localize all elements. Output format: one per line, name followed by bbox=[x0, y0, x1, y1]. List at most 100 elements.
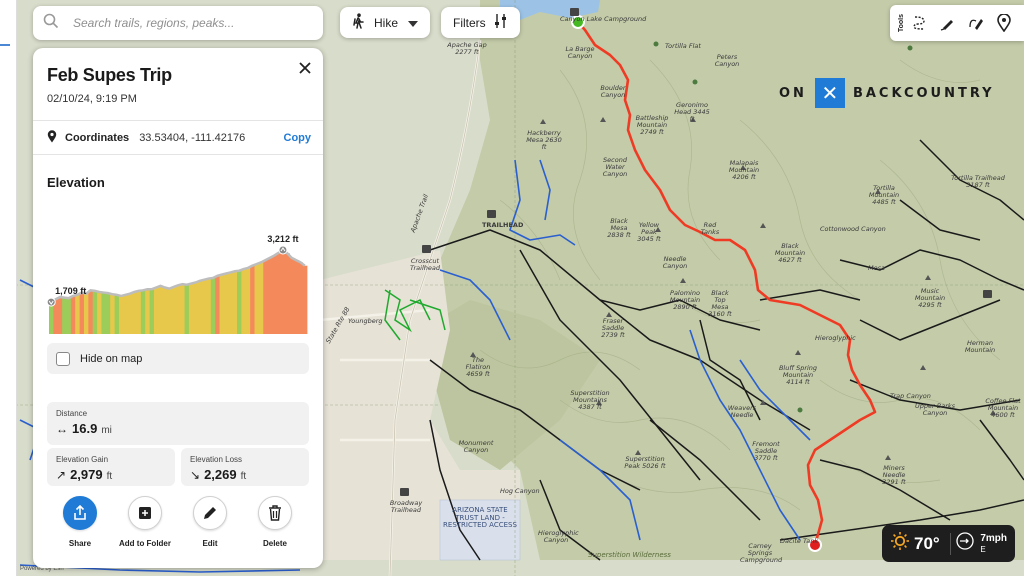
location-pin-icon bbox=[47, 130, 57, 146]
close-icon bbox=[299, 62, 311, 74]
coordinates-label: Coordinates bbox=[65, 132, 130, 144]
elevation-bar bbox=[162, 287, 168, 334]
elevation-title: Elevation bbox=[47, 175, 105, 190]
map-label: Needle Canyon bbox=[662, 255, 688, 271]
map-label: Herman Mountain bbox=[964, 339, 996, 355]
elevation-bar bbox=[145, 289, 150, 334]
elevation-bar bbox=[184, 284, 190, 334]
map-label: Tortilla Mountain 4485 ft bbox=[868, 184, 900, 207]
edit-button[interactable]: Edit bbox=[175, 496, 245, 548]
edit-label: Edit bbox=[202, 539, 218, 548]
delete-button[interactable]: Delete bbox=[240, 496, 310, 548]
elevation-loss-value-row: ↘ 2,269 ft bbox=[190, 467, 300, 482]
share-button[interactable]: Share bbox=[45, 496, 115, 548]
brand-text-right: BACKCOUNTRY bbox=[852, 85, 995, 101]
distance-value-row: ↔ 16.9 mi bbox=[56, 421, 300, 436]
hide-on-map-toggle[interactable]: Hide on map bbox=[47, 343, 309, 374]
elevation-bar bbox=[206, 278, 212, 334]
pen-icon bbox=[940, 20, 953, 31]
onx-backcountry-logo: ON ✕ BACKCOUNTRY bbox=[779, 78, 995, 108]
map-label: Geronimo Head 3445 ft bbox=[674, 101, 710, 124]
shape-pen-icon bbox=[969, 19, 983, 30]
elevation-bar bbox=[118, 295, 124, 334]
elevation-bar bbox=[245, 267, 251, 334]
action-bar: Share Add to Folder Edit Delete bbox=[33, 496, 323, 556]
edit-button-circle[interactable] bbox=[193, 496, 227, 530]
elevation-bar bbox=[215, 275, 220, 334]
distance-value: 16.9 bbox=[72, 421, 98, 436]
elevation-bar bbox=[197, 280, 203, 334]
elevation-bar bbox=[228, 272, 234, 334]
elevation-bar bbox=[167, 288, 172, 334]
weather-widget[interactable]: 70° 7mph E bbox=[882, 525, 1015, 562]
line-draw-button[interactable] bbox=[935, 10, 961, 36]
elevation-bar bbox=[127, 293, 133, 334]
close-button[interactable] bbox=[295, 58, 315, 78]
map-label: Upper Barks Canyon bbox=[915, 402, 956, 418]
search-bar[interactable] bbox=[33, 6, 323, 40]
elevation-profile-chart[interactable]: 1,709 ft 3,212 ft bbox=[45, 226, 313, 334]
elevation-bar bbox=[114, 294, 120, 334]
map-label: Red Tanks bbox=[700, 221, 720, 237]
map-label: Tortilla Flat bbox=[665, 42, 701, 50]
map-label-restricted: ARIZONA STATE TRUST LAND - RESTRICTED AC… bbox=[443, 506, 517, 530]
panel-date: 02/10/24, 9:19 PM bbox=[47, 93, 137, 105]
copy-coordinates-button[interactable]: Copy bbox=[284, 132, 312, 144]
divider bbox=[33, 154, 323, 155]
map-label: Carney Springs Campground bbox=[740, 542, 783, 565]
elevation-bar bbox=[57, 297, 63, 334]
elevation-gain-stat: Elevation Gain ↗ 2,979 ft bbox=[47, 448, 175, 486]
elevation-bar bbox=[263, 260, 269, 334]
map-label: Hieroglyphic Canyon bbox=[538, 529, 579, 545]
delete-button-circle[interactable] bbox=[258, 496, 292, 530]
elevation-bar bbox=[123, 294, 129, 334]
map-label: The Flatiron 4659 ft bbox=[465, 356, 491, 379]
wind-direction: E bbox=[980, 544, 986, 554]
search-icon bbox=[43, 13, 59, 34]
add-to-folder-circle[interactable] bbox=[128, 496, 162, 530]
map-label: Canyon Lake Campground bbox=[560, 15, 647, 23]
map-label: Black Top Mesa 3160 ft bbox=[708, 289, 732, 319]
map-label: Broadway Trailhead bbox=[389, 499, 423, 515]
filters-label: Filters bbox=[453, 15, 486, 30]
elevation-bar bbox=[175, 285, 181, 334]
elevation-bar bbox=[289, 257, 295, 334]
route-tool-button[interactable] bbox=[907, 10, 933, 36]
elevation-bar bbox=[136, 290, 142, 334]
elevation-bar bbox=[232, 271, 238, 334]
map-label: Mesa bbox=[868, 264, 885, 272]
hide-on-map-checkbox[interactable] bbox=[56, 351, 70, 366]
elevation-bar bbox=[250, 265, 255, 334]
elevation-bar bbox=[302, 265, 308, 334]
share-button-circle[interactable] bbox=[63, 496, 97, 530]
track-info-panel: Feb Supes Trip 02/10/24, 9:19 PM Coordin… bbox=[33, 48, 323, 568]
elevation-gain-value: 2,979 bbox=[70, 467, 103, 482]
filters-button[interactable]: Filters bbox=[441, 7, 520, 38]
waypoint-button[interactable] bbox=[991, 10, 1017, 36]
map-label: Superstition Mountains 4387 ft bbox=[570, 389, 610, 412]
search-input[interactable] bbox=[73, 16, 293, 30]
map-label: Hackberry Mesa 2630 ft bbox=[526, 129, 562, 152]
elevation-bar bbox=[188, 283, 194, 334]
elevation-bar bbox=[153, 287, 159, 334]
elevation-bar bbox=[267, 257, 273, 334]
add-to-folder-label: Add to Folder bbox=[119, 539, 171, 548]
activity-dropdown[interactable]: Hike bbox=[340, 7, 430, 38]
add-to-folder-button[interactable]: Add to Folder bbox=[110, 496, 180, 548]
elevation-bar bbox=[149, 289, 155, 334]
elevation-bar bbox=[180, 284, 185, 334]
elevation-bar bbox=[241, 269, 247, 334]
shape-draw-button[interactable] bbox=[963, 10, 989, 36]
map-label: Boulder Canyon bbox=[600, 84, 626, 100]
elevation-bar bbox=[70, 295, 76, 334]
map-label: Battleship Mountain 2749 ft bbox=[635, 114, 669, 137]
elevation-bar bbox=[258, 262, 264, 334]
temperature: 70° bbox=[914, 533, 940, 553]
divider bbox=[33, 120, 323, 121]
panel-title: Feb Supes Trip bbox=[47, 65, 172, 85]
wind-icon bbox=[956, 532, 974, 555]
brand-text-left: ON bbox=[779, 85, 807, 101]
map-label: Dacite Tank bbox=[780, 537, 819, 545]
distance-stat: Distance ↔ 16.9 mi bbox=[47, 402, 309, 445]
map-label: TRAILHEAD bbox=[482, 221, 524, 229]
